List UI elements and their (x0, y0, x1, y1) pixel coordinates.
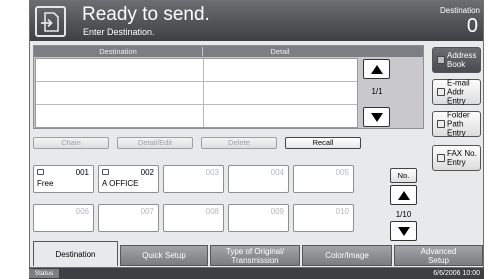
address-book-label: Address Book (447, 51, 477, 69)
status-bar: Status 6/6/2006 10:00 (29, 268, 484, 279)
one-touch-key-name: Free (37, 179, 54, 188)
row-divider (36, 81, 357, 82)
list-scroll-down-button[interactable] (363, 107, 390, 127)
one-touch-key-number: 001 (75, 168, 89, 177)
one-touch-key-009[interactable]: 009 (228, 204, 289, 232)
tab-advanced-setup[interactable]: Advanced Setup (394, 245, 483, 266)
one-touch-key-number: 009 (270, 207, 284, 216)
tab-type-of-original[interactable]: Type of Original/ Transmission (210, 245, 300, 266)
tab-color-image[interactable]: Color/Image (302, 245, 392, 266)
one-touch-key-number: 007 (140, 207, 154, 216)
column-divider (203, 59, 204, 127)
arrow-down-icon (398, 227, 410, 236)
one-touch-key-003[interactable]: 003 (163, 165, 224, 193)
column-header-detail: Detail (270, 47, 290, 56)
folder-icon (437, 120, 445, 128)
fax-number-entry-label: FAX No. Entry (447, 149, 477, 167)
fax-number-entry-button[interactable]: FAX No. Entry (432, 145, 481, 171)
folder-path-entry-button[interactable]: Folder Path Entry (432, 110, 481, 138)
send-icon (35, 6, 66, 37)
one-touch-key-name: A OFFICE (102, 179, 139, 188)
detail-edit-button[interactable]: Detail/Edit (117, 137, 193, 149)
list-scroll-up-button[interactable] (363, 59, 390, 79)
keys-scroll-up-button[interactable] (390, 185, 417, 205)
email-entry-button[interactable]: E-mail Addr Entry (432, 78, 481, 106)
chain-button[interactable]: Chain (33, 137, 109, 149)
fax-icon (437, 154, 445, 162)
header-bar: Ready to send. Enter Destination. Destin… (30, 1, 483, 41)
destination-count: 0 (466, 15, 478, 37)
destination-list-panel: Destination Detail 1/1 (33, 45, 424, 129)
destination-list[interactable] (35, 58, 358, 128)
tab-destination[interactable]: Destination (33, 241, 118, 266)
one-touch-key-004[interactable]: 004 (228, 165, 289, 193)
one-touch-key-008[interactable]: 008 (163, 204, 224, 232)
one-touch-key-number: 006 (75, 207, 89, 216)
arrow-down-icon (371, 113, 383, 122)
one-touch-key-number: 008 (205, 207, 219, 216)
recall-button[interactable]: Recall (285, 137, 361, 149)
one-touch-key-icon (37, 169, 44, 175)
one-touch-key-number: 002 (140, 168, 154, 177)
status-datetime: 6/6/2006 10:00 (433, 270, 480, 277)
one-touch-key-number: 005 (335, 168, 349, 177)
one-touch-key-006[interactable]: 006 (33, 204, 94, 232)
email-entry-label: E-mail Addr Entry (447, 78, 470, 106)
one-touch-key-number: 010 (335, 207, 349, 216)
column-header-destination: Destination (99, 47, 137, 56)
keys-scroll-down-button[interactable] (390, 221, 417, 241)
list-page-indicator: 1/1 (371, 87, 383, 96)
destination-list-header: Destination Detail (34, 46, 423, 57)
page-title: Ready to send. (82, 4, 210, 25)
one-touch-key-007[interactable]: 007 (98, 204, 159, 232)
one-touch-key-icon (102, 169, 109, 175)
page-subtitle: Enter Destination. (83, 27, 155, 37)
one-touch-key-005[interactable]: 005 (293, 165, 354, 193)
email-icon (437, 88, 445, 96)
one-touch-key-number: 004 (270, 168, 284, 177)
address-book-icon (437, 56, 445, 64)
status-button[interactable]: Status (29, 269, 59, 278)
one-touch-key-number: 003 (205, 168, 219, 177)
delete-button[interactable]: Delete (201, 137, 277, 149)
destination-list-scroll: 1/1 (362, 58, 392, 128)
tab-quick-setup[interactable]: Quick Setup (120, 245, 208, 266)
address-book-button[interactable]: Address Book (432, 47, 481, 73)
arrow-up-icon (371, 65, 383, 74)
keys-page-indicator: 1/10 (395, 210, 412, 219)
one-touch-key-001[interactable]: 001 Free (33, 165, 94, 193)
arrow-up-icon (398, 191, 410, 200)
one-touch-key-002[interactable]: 002 A OFFICE (98, 165, 159, 193)
row-divider (36, 104, 357, 105)
folder-path-entry-label: Folder Path Entry (447, 110, 470, 138)
function-tabs: Destination Quick Setup Type of Original… (30, 241, 483, 266)
send-screen: Ready to send. Enter Destination. Destin… (29, 0, 484, 268)
one-touch-key-010[interactable]: 010 (293, 204, 354, 232)
number-search-button[interactable]: No. (390, 168, 417, 183)
